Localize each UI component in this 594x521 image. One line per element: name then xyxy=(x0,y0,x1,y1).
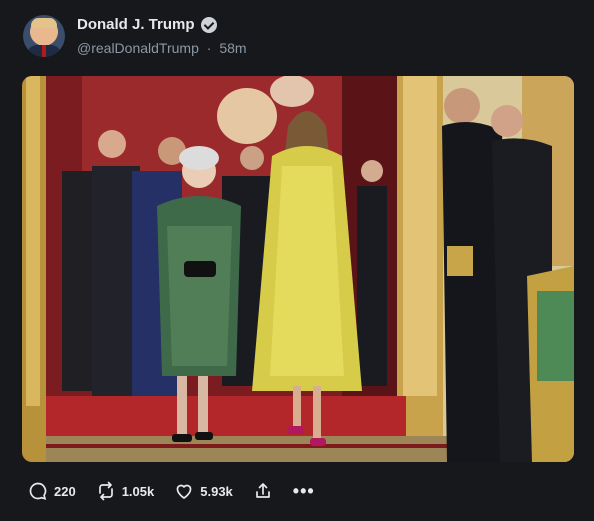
repost-count: 1.05k xyxy=(121,483,155,499)
author-name[interactable]: Donald J. Trump xyxy=(77,16,195,33)
repost-icon xyxy=(98,481,113,501)
post-image[interactable] xyxy=(22,76,574,462)
share-icon xyxy=(255,483,270,498)
reply-button[interactable]: 220 xyxy=(28,481,76,501)
meta-separator: · xyxy=(206,40,212,56)
repost-button[interactable]: 1.05k xyxy=(96,481,155,501)
like-count: 5.93k xyxy=(200,483,233,499)
post-time[interactable]: 58m xyxy=(219,40,246,56)
author-row: Donald J. Trump xyxy=(77,16,217,33)
more-options-button[interactable]: ••• xyxy=(292,481,315,501)
post-card: Donald J. Trump @realDonaldTrump · 58m 2… xyxy=(0,0,594,521)
reply-count: 220 xyxy=(54,483,76,499)
author-meta: @realDonaldTrump · 58m xyxy=(77,40,251,56)
verified-badge-icon xyxy=(200,16,217,33)
share-button[interactable] xyxy=(253,481,273,501)
author-handle[interactable]: @realDonaldTrump xyxy=(77,40,199,56)
heart-icon xyxy=(176,484,192,499)
reply-icon xyxy=(29,482,47,500)
like-button[interactable]: 5.93k xyxy=(174,481,233,501)
more-icon: ••• xyxy=(292,481,315,501)
photo-illustration xyxy=(22,76,574,462)
action-bar: 220 1.05k 5.93k ••• xyxy=(28,481,315,501)
avatar[interactable] xyxy=(23,15,65,57)
